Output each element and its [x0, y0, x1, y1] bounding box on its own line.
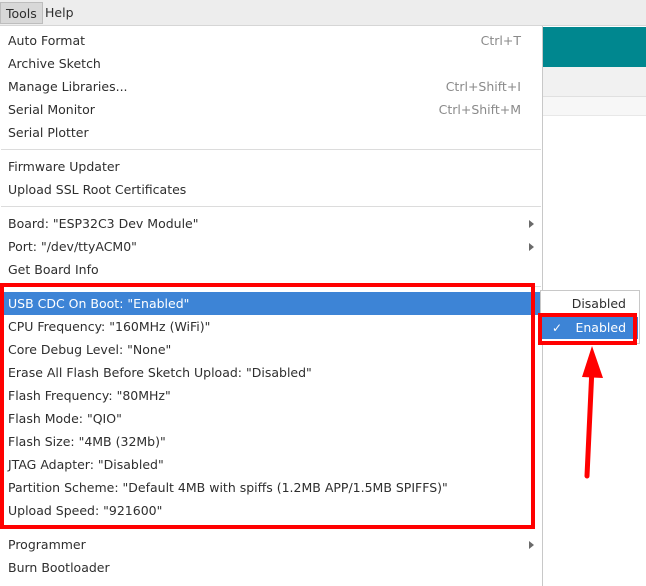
menu-item-board[interactable]: Board: "ESP32C3 Dev Module" — [1, 212, 541, 235]
ide-tab-bar — [543, 67, 646, 97]
menu-item-shortcut: Ctrl+Shift+M — [438, 102, 521, 117]
menu-item-label: Programmer — [8, 537, 86, 552]
menu-bar: Tools Help — [0, 0, 646, 26]
menu-item-label: Auto Format — [8, 33, 86, 48]
menu-item-manage-libraries[interactable]: Manage Libraries... Ctrl+Shift+I — [1, 75, 541, 98]
menu-item-label: Serial Plotter — [8, 125, 89, 140]
menu-item-label: Firmware Updater — [8, 159, 120, 174]
ide-editor-header — [543, 97, 646, 116]
menu-item-label: Board: "ESP32C3 Dev Module" — [8, 216, 199, 231]
submenu-item-label: Disabled — [571, 296, 626, 311]
menu-item-get-board-info[interactable]: Get Board Info — [1, 258, 541, 281]
menu-item-programmer[interactable]: Programmer — [1, 533, 541, 556]
menu-item-label: Serial Monitor — [8, 102, 95, 117]
menu-item-auto-format[interactable]: Auto Format Ctrl+T — [1, 29, 541, 52]
menu-item-label: Burn Bootloader — [8, 560, 110, 575]
menu-item-serial-plotter[interactable]: Serial Plotter — [1, 121, 541, 144]
menu-item-label: Archive Sketch — [8, 56, 101, 71]
menu-item-firmware-updater[interactable]: Firmware Updater — [1, 155, 541, 178]
menu-item-label: Get Board Info — [8, 262, 99, 277]
menu-item-shortcut: Ctrl+T — [480, 33, 521, 48]
menu-help[interactable]: Help — [40, 2, 79, 24]
submenu-arrow-icon — [529, 220, 534, 228]
menu-item-shortcut: Ctrl+Shift+I — [445, 79, 521, 94]
annotation-box-board-options — [0, 283, 535, 529]
menu-separator — [1, 206, 541, 207]
menu-item-serial-monitor[interactable]: Serial Monitor Ctrl+Shift+M — [1, 98, 541, 121]
submenu-arrow-icon — [529, 243, 534, 251]
menu-item-burn-bootloader[interactable]: Burn Bootloader — [1, 556, 541, 579]
menu-separator — [1, 149, 541, 150]
submenu-arrow-icon — [529, 541, 534, 549]
submenu-item-disabled[interactable]: Disabled — [542, 293, 638, 315]
menu-item-archive-sketch[interactable]: Archive Sketch — [1, 52, 541, 75]
ide-toolbar — [543, 27, 646, 67]
menu-item-port[interactable]: Port: "/dev/ttyACM0" — [1, 235, 541, 258]
menu-item-label: Manage Libraries... — [8, 79, 128, 94]
menu-item-upload-ssl-root-certificates[interactable]: Upload SSL Root Certificates — [1, 178, 541, 201]
menu-item-label: Upload SSL Root Certificates — [8, 182, 187, 197]
menu-item-label: Port: "/dev/ttyACM0" — [8, 239, 137, 254]
annotation-arrow-icon — [582, 346, 603, 479]
menu-tools[interactable]: Tools — [0, 2, 43, 24]
